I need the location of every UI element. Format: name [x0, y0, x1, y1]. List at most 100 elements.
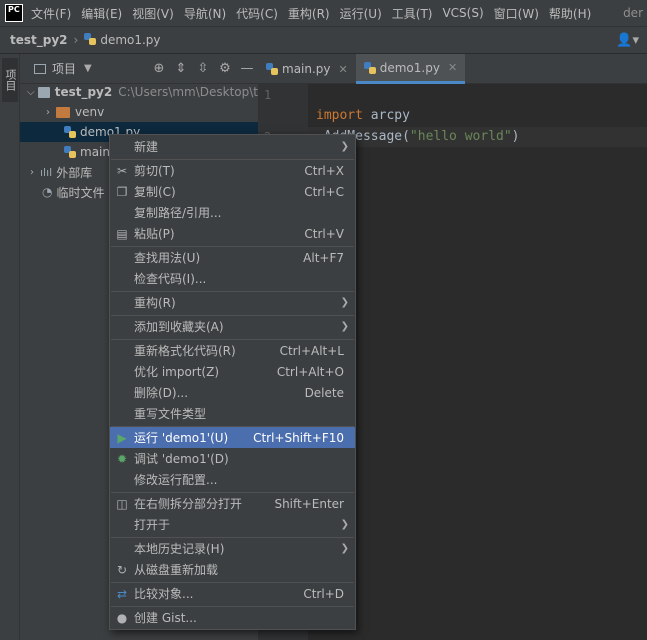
breadcrumb-project[interactable]: test_py2	[10, 33, 68, 47]
chevron-right-icon[interactable]: ›	[40, 107, 56, 118]
compare-icon: ⇄	[116, 586, 128, 601]
current-line-highlight: .AddMessage("hello world")	[308, 127, 647, 147]
menu-item-add-favorites[interactable]: 添加到收藏夹(A) ❯	[110, 316, 355, 337]
breadcrumb-file-label: demo1.py	[100, 33, 161, 47]
gear-icon[interactable]: ⚙	[214, 61, 236, 76]
python-file-icon	[64, 126, 76, 138]
menu-window[interactable]: 窗口(W)	[494, 5, 539, 22]
collapse-all-icon[interactable]: ⇳	[192, 61, 214, 76]
project-panel-title[interactable]: 项目	[52, 60, 76, 77]
menu-code[interactable]: 代码(C)	[236, 5, 278, 22]
chevron-right-icon: ❯	[340, 321, 349, 332]
side-tool-stripe: 项目	[0, 54, 20, 640]
close-icon[interactable]: ✕	[339, 63, 348, 76]
chevron-right-icon: ❯	[340, 141, 349, 152]
menu-help[interactable]: 帮助(H)	[549, 5, 591, 22]
pycharm-logo-icon: PC	[5, 4, 23, 22]
navigation-bar: test_py2 › demo1.py 👤▾	[0, 26, 647, 54]
code-editor[interactable]: import arcpy	[308, 84, 647, 640]
menu-item-paste[interactable]: ▤ 粘贴(P) Ctrl+V	[110, 223, 355, 244]
project-tool-tab[interactable]: 项目	[2, 58, 18, 102]
tree-item-venv[interactable]: › venv	[20, 102, 258, 122]
menu-file[interactable]: 文件(F)	[31, 5, 71, 22]
run-icon: ▶	[117, 430, 127, 445]
python-file-icon	[363, 61, 376, 74]
code-line-import[interactable]: import arcpy	[316, 108, 410, 123]
project-view-icon	[34, 63, 46, 74]
menu-navigate[interactable]: 导航(N)	[184, 5, 226, 22]
menu-view[interactable]: 视图(V)	[132, 5, 174, 22]
menu-item-debug[interactable]: ✹ 调试 'demo1'(D)	[110, 448, 355, 469]
menu-item-optimize-imports[interactable]: 优化 import(Z) Ctrl+Alt+O	[110, 361, 355, 382]
chevron-right-icon: ❯	[340, 543, 349, 554]
breadcrumb-separator-icon: ›	[73, 33, 79, 47]
scratches-icon: ◔	[42, 185, 53, 199]
menu-item-cut[interactable]: ✂ 剪切(T) Ctrl+X	[110, 160, 355, 181]
menu-item-reload-from-disk[interactable]: ↻ 从磁盘重新加载	[110, 559, 355, 580]
user-icon[interactable]: 👤▾	[616, 33, 639, 48]
breadcrumb-file[interactable]: demo1.py	[84, 33, 161, 47]
python-file-icon	[84, 33, 97, 45]
editor-tab-bar: main.py ✕ demo1.py ✕	[258, 54, 647, 84]
menu-vcs[interactable]: VCS(S)	[442, 6, 483, 20]
library-icon: ılıl	[40, 165, 53, 179]
code-text: arcpy	[362, 108, 410, 123]
window-title-overflow: der	[623, 6, 643, 20]
bug-icon: ✹	[116, 451, 128, 466]
tree-root-label: test_py2	[54, 85, 113, 99]
tree-scratches-label: 临时文件	[56, 185, 105, 200]
python-file-icon	[64, 146, 76, 158]
menu-edit[interactable]: 编辑(E)	[81, 5, 122, 22]
tree-main-label: main	[80, 145, 110, 159]
tab-demo1-py-label: demo1.py	[379, 60, 440, 75]
menu-item-copy[interactable]: ❐ 复制(C) Ctrl+C	[110, 181, 355, 202]
menu-item-run[interactable]: ▶ 运行 'demo1'(U) Ctrl+Shift+F10	[110, 427, 355, 448]
menu-item-copy-path[interactable]: 复制路径/引用...	[110, 202, 355, 223]
menu-item-local-history[interactable]: 本地历史记录(H) ❯	[110, 538, 355, 559]
menu-item-new[interactable]: 新建 ❯	[110, 136, 355, 157]
chevron-down-icon[interactable]: ⌵	[24, 87, 38, 98]
code-text: )	[511, 129, 520, 144]
code-string: "hello world"	[409, 129, 512, 144]
reload-icon: ↻	[116, 562, 128, 577]
folder-icon	[37, 86, 50, 98]
python-file-icon	[266, 63, 278, 75]
tree-item-root[interactable]: ⌵ test_py2 C:\Users\mm\Desktop\t	[20, 82, 258, 102]
tab-main-py[interactable]: main.py ✕	[258, 54, 356, 84]
tab-demo1-py[interactable]: demo1.py ✕	[355, 54, 466, 84]
tree-external-libs-label: 外部库	[56, 165, 93, 180]
github-icon: ●	[116, 610, 128, 625]
chevron-right-icon: ❯	[340, 297, 349, 308]
project-panel-toolbar: 项目 ▼ ⊕ ⇕ ⇳ ⚙ —	[20, 54, 258, 84]
code-keyword: import	[316, 108, 363, 123]
locate-icon[interactable]: ⊕	[148, 61, 170, 76]
hide-icon[interactable]: —	[236, 61, 258, 76]
menu-item-open-in[interactable]: 打开于 ❯	[110, 514, 355, 535]
copy-icon: ❐	[116, 184, 128, 199]
menu-item-modify-run-config[interactable]: 修改运行配置...	[110, 469, 355, 490]
menu-refactor[interactable]: 重构(R)	[288, 5, 330, 22]
menu-item-compare[interactable]: ⇄ 比较对象... Ctrl+D	[110, 583, 355, 604]
close-icon[interactable]: ✕	[448, 61, 457, 74]
clipboard-icon: ▤	[116, 226, 128, 241]
menu-item-delete[interactable]: 删除(D)... Delete	[110, 382, 355, 403]
tree-root-path: C:\Users\mm\Desktop\t	[118, 85, 258, 99]
menu-item-find-usages[interactable]: 查找用法(U) Alt+F7	[110, 247, 355, 268]
menu-item-create-gist[interactable]: ● 创建 Gist...	[110, 607, 355, 628]
chevron-down-icon[interactable]: ▼	[84, 63, 92, 74]
scissors-icon: ✂	[116, 163, 128, 178]
tab-main-py-label: main.py	[282, 62, 331, 76]
menu-tools[interactable]: 工具(T)	[392, 5, 433, 22]
menu-item-inspect-code[interactable]: 检查代码(I)...	[110, 268, 355, 289]
folder-icon	[56, 106, 70, 118]
menu-item-refactor[interactable]: 重构(R) ❯	[110, 292, 355, 313]
menu-run[interactable]: 运行(U)	[340, 5, 382, 22]
expand-all-icon[interactable]: ⇕	[170, 61, 192, 76]
chevron-right-icon[interactable]: ›	[24, 167, 40, 178]
menu-item-override-file-type[interactable]: 重写文件类型	[110, 403, 355, 424]
context-menu: 新建 ❯ ✂ 剪切(T) Ctrl+X ❐ 复制(C) Ctrl+C 复制路径/…	[109, 134, 356, 630]
menu-item-reformat[interactable]: 重新格式化代码(R) Ctrl+Alt+L	[110, 340, 355, 361]
menu-item-open-split[interactable]: ◫ 在右侧拆分部分打开 Shift+Enter	[110, 493, 355, 514]
split-icon: ◫	[116, 496, 128, 511]
tree-venv-label: venv	[75, 105, 105, 119]
